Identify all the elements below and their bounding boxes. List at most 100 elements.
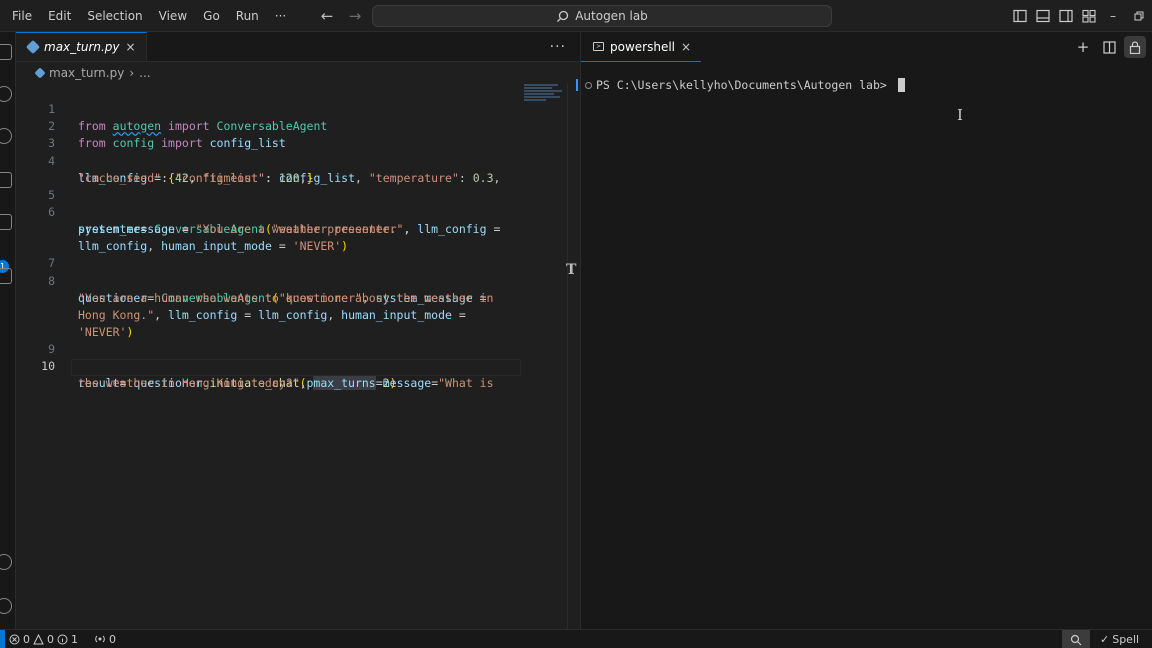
code-token: 2 xyxy=(382,376,390,391)
code-line-wrapped: Hong Kong.", llm_config = llm_config, hu… xyxy=(16,290,580,322)
spell-label: Spell xyxy=(1112,633,1140,646)
extensions-icon[interactable] xyxy=(0,214,12,230)
terminal-tabs: > powershell × + xyxy=(581,32,1152,62)
accounts-icon[interactable] xyxy=(0,554,12,570)
editor-group: max_turn.py × ··· max_turn.py › ... 1 fr… xyxy=(16,32,580,629)
customize-layout-icon[interactable] xyxy=(1077,0,1100,32)
code-line-wrapped: "You are a human who wants to know more … xyxy=(16,273,580,305)
go-forward-icon[interactable]: → xyxy=(346,7,364,25)
error-count: 0 xyxy=(23,632,30,646)
terminal-icon: > xyxy=(593,42,604,51)
editor-scrollbar[interactable] xyxy=(567,84,580,629)
code-line-wrapped: llm_config, human_input_mode = 'NEVER') xyxy=(16,221,580,253)
menu-bar: File Edit Selection View Go Run ··· xyxy=(0,0,294,32)
code-line: 1 from autogen import ConversableAgent xyxy=(16,84,580,133)
more-actions-icon[interactable]: ··· xyxy=(550,32,566,62)
warning-count: 0 xyxy=(47,632,54,646)
code-line: 4 llm_config = {"config_list": config_li… xyxy=(16,135,580,185)
search-icon xyxy=(557,10,569,22)
title-bar: File Edit Selection View Go Run ··· ← → … xyxy=(0,0,1152,32)
search-view-icon[interactable] xyxy=(0,86,12,102)
terminal-close-icon[interactable]: × xyxy=(681,40,691,54)
breadcrumb: max_turn.py › ... xyxy=(16,62,580,84)
tab-filename: max_turn.py xyxy=(44,40,120,54)
terminal-gutter-marker xyxy=(576,79,578,91)
code-token: the weather in Hong Kong today?" xyxy=(78,376,300,391)
menu-run[interactable]: Run xyxy=(228,0,267,32)
breadcrumb-separator: › xyxy=(129,66,135,80)
editor-tabs: max_turn.py × ··· xyxy=(16,32,580,62)
minimap[interactable] xyxy=(524,84,564,106)
status-bar: 0 0 1 0 ✓ Spell xyxy=(0,629,1152,648)
terminal-output[interactable]: PS C:\Users\kellyho\Documents\Autogen la… xyxy=(576,76,1152,94)
code-line-wrapped: system_message = "You are a weather pres… xyxy=(16,204,580,236)
command-center-label: Autogen lab xyxy=(575,9,648,23)
tab-max-turn-py[interactable]: max_turn.py × xyxy=(16,32,147,61)
breadcrumb-rest[interactable]: ... xyxy=(139,66,150,80)
menu-selection[interactable]: Selection xyxy=(79,0,150,32)
toggle-primary-sidebar-icon[interactable] xyxy=(1008,0,1031,32)
info-icon xyxy=(57,634,68,644)
manage-gear-icon[interactable] xyxy=(0,598,12,614)
split-terminal-icon[interactable] xyxy=(1098,36,1120,58)
toggle-secondary-sidebar-icon[interactable] xyxy=(1054,0,1077,32)
code-line: 5 xyxy=(16,170,580,202)
tab-powershell[interactable]: > powershell × xyxy=(581,32,702,62)
code-token: "What is xyxy=(438,376,494,391)
menu-file[interactable]: File xyxy=(4,0,40,32)
code-line-wrapped: "cache_seed": 42, "timeout": 120,} xyxy=(16,153,580,185)
code-line: 8 questioner= ConversableAgent("question… xyxy=(16,255,580,305)
code-line: 7 xyxy=(16,238,580,270)
terminal-actions: + xyxy=(1072,36,1146,58)
breadcrumb-file[interactable]: max_turn.py xyxy=(49,66,124,80)
sash-cursor-icon: T xyxy=(566,262,577,278)
python-file-icon xyxy=(34,67,46,79)
problems-indicator[interactable]: 0 0 1 xyxy=(5,630,82,648)
mouse-ibeam-cursor-icon: I xyxy=(957,106,963,124)
tab-close-icon[interactable]: × xyxy=(126,40,136,54)
terminal-tab-label: powershell xyxy=(610,39,675,54)
code-line: 2 from config import config_list xyxy=(16,101,580,150)
code-editor[interactable]: 1 from autogen import ConversableAgent 2… xyxy=(16,84,580,391)
zoom-icon xyxy=(1070,634,1082,645)
command-decoration-icon[interactable] xyxy=(585,81,592,89)
ports-indicator[interactable]: 0 xyxy=(90,630,120,648)
navigation-arrows: ← → xyxy=(318,0,364,32)
testing-icon[interactable] xyxy=(0,268,12,284)
title-actions: – xyxy=(1008,0,1152,32)
menu-more[interactable]: ··· xyxy=(267,0,294,32)
code-token: , xyxy=(299,376,314,391)
menu-view[interactable]: View xyxy=(151,0,195,32)
code-line-wrapped: the weather in Hong Kong today?", max_tu… xyxy=(16,358,580,391)
code-line: 3 xyxy=(16,118,580,150)
activity-bar: 1 xyxy=(0,32,16,629)
go-back-icon[interactable]: ← xyxy=(318,7,336,25)
command-center-search[interactable]: Autogen lab xyxy=(372,5,832,27)
toggle-panel-icon[interactable] xyxy=(1031,0,1054,32)
code-line-wrapped: 'NEVER') xyxy=(16,307,580,339)
spell-check-indicator[interactable]: ✓ Spell xyxy=(1096,630,1143,648)
ports-count: 0 xyxy=(109,632,116,646)
run-debug-icon[interactable] xyxy=(0,172,12,188)
warning-icon xyxy=(33,633,44,644)
new-terminal-icon[interactable]: + xyxy=(1072,36,1094,58)
code-token: = xyxy=(375,376,383,391)
selected-token: max_turns xyxy=(313,376,376,391)
python-file-icon xyxy=(25,39,41,55)
error-icon xyxy=(9,634,20,644)
terminal-prompt: PS C:\Users\kellyho\Documents\Autogen la… xyxy=(596,78,894,92)
explorer-icon[interactable] xyxy=(0,44,12,60)
lock-icon[interactable] xyxy=(1124,36,1146,58)
zoom-indicator[interactable] xyxy=(1062,630,1090,648)
menu-edit[interactable]: Edit xyxy=(40,0,79,32)
code-line: 6 presenter= ConversableAgent("weather p… xyxy=(16,187,580,236)
minimize-icon[interactable]: – xyxy=(1100,0,1126,32)
restore-icon[interactable] xyxy=(1126,0,1152,32)
terminal-cursor xyxy=(897,78,905,92)
menu-go[interactable]: Go xyxy=(195,0,228,32)
info-count: 1 xyxy=(71,632,78,646)
source-control-icon[interactable] xyxy=(0,128,12,144)
terminal-prompt-line: PS C:\Users\kellyho\Documents\Autogen la… xyxy=(576,76,1152,94)
broadcast-icon xyxy=(95,635,105,642)
code-line: 10 result= questioner.initiate_chat(pres… xyxy=(16,341,580,390)
